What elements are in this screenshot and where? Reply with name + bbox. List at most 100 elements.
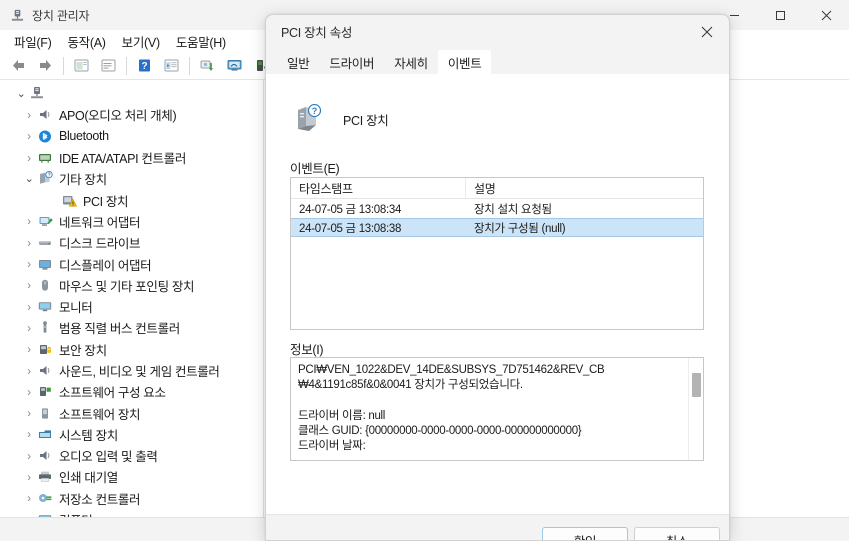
tab-driver[interactable]: 드라이버 <box>319 50 384 74</box>
tree-item-18[interactable]: › 인쇄 대기열 <box>0 466 263 487</box>
unknown-device-icon: ? <box>292 102 326 136</box>
tree-item-2[interactable]: › Bluetooth <box>0 126 263 147</box>
svg-text:?: ? <box>48 173 51 179</box>
svg-text:?: ? <box>141 61 147 72</box>
tree-item-16[interactable]: › 시스템 장치 <box>0 424 263 445</box>
vertical-scrollbar[interactable] <box>688 358 703 460</box>
chevron-right-icon[interactable]: › <box>22 470 36 484</box>
close-icon[interactable] <box>803 0 849 30</box>
info-textbox[interactable]: PCI₩VEN_1022&DEV_14DE&SUBSYS_7D751462&RE… <box>290 357 704 461</box>
audio-io-icon <box>36 448 54 464</box>
toolbar-separator <box>63 56 64 75</box>
tree-item-11[interactable]: › 범용 직렬 버스 컨트롤러 <box>0 317 263 338</box>
tree-item-6[interactable]: › 네트워크 어댑터 <box>0 211 263 232</box>
chevron-right-icon[interactable]: › <box>22 364 36 378</box>
scan-hardware-icon[interactable] <box>194 54 221 78</box>
tree-item-4[interactable]: ⌄? 기타 장치 <box>0 168 263 189</box>
tree-item-root[interactable]: ⌄ <box>0 83 263 104</box>
menu-help[interactable]: 도움말(H) <box>168 30 234 53</box>
dialog-button-bar: 확인 취소 <box>266 514 729 540</box>
dialog-titlebar: PCI 장치 속성 <box>266 15 729 48</box>
update-driver-icon[interactable] <box>221 54 248 78</box>
tree-item-3[interactable]: › IDE ATA/ATAPI 컨트롤러 <box>0 147 263 168</box>
other-devices-icon: ? <box>36 171 54 187</box>
tree-item-5[interactable]: PCI 장치 <box>0 189 263 210</box>
tab-details[interactable]: 자세히 <box>384 50 438 74</box>
scrollbar-thumb[interactable] <box>692 373 701 397</box>
tree-item-19[interactable]: › 저장소 컨트롤러 <box>0 488 263 509</box>
menu-view[interactable]: 보기(V) <box>114 30 168 53</box>
tree-item-label: IDE ATA/ATAPI 컨트롤러 <box>59 152 186 167</box>
chevron-right-icon[interactable]: › <box>22 214 36 228</box>
chevron-right-icon[interactable]: › <box>22 385 36 399</box>
table-row[interactable]: 24-07-05 금 13:08:34 장치 설치 요청됨 <box>291 199 703 218</box>
tree-splitter[interactable] <box>263 80 264 517</box>
sound-icon <box>36 363 54 379</box>
tree-item-label: 컴퓨터 <box>59 510 92 517</box>
ide-controller-icon <box>36 150 54 166</box>
tree-item-label: 소프트웨어 구성 요소 <box>59 386 166 401</box>
dialog-tabs: 일반 드라이버 자세히 이벤트 <box>266 48 729 74</box>
events-list[interactable]: 타임스탬프 설명 24-07-05 금 13:08:34 장치 설치 요청됨 24-… <box>290 177 704 330</box>
chevron-right-icon[interactable]: › <box>22 108 36 122</box>
chevron-right-icon[interactable]: › <box>22 406 36 420</box>
menu-file[interactable]: 파일(F) <box>6 30 59 53</box>
tab-events[interactable]: 이벤트 <box>437 50 492 74</box>
tab-general[interactable]: 일반 <box>277 50 319 74</box>
tree-item-label: 디스크 드라이브 <box>59 237 141 252</box>
tree-item-17[interactable]: › 오디오 입력 및 출력 <box>0 445 263 466</box>
dialog-body: ? PCI 장치 이벤트(E) 타임스탬프 설명 24-07-05 금 13:0… <box>266 74 729 540</box>
chevron-right-icon[interactable]: › <box>22 151 36 165</box>
tree-item-1[interactable]: › APO(오디오 처리 개체) <box>0 104 263 125</box>
ok-button[interactable]: 확인 <box>542 527 628 540</box>
tree-item-13[interactable]: › 사운드, 비디오 및 게임 컨트롤러 <box>0 360 263 381</box>
back-arrow-icon[interactable] <box>5 54 32 78</box>
chevron-right-icon[interactable]: › <box>22 300 36 314</box>
tree-item-20[interactable]: ›컴퓨터 <box>0 509 263 517</box>
chevron-right-icon[interactable]: › <box>22 427 36 441</box>
tree-item-15[interactable]: › 소프트웨어 장치 <box>0 402 263 423</box>
chevron-right-icon[interactable]: › <box>22 321 36 335</box>
tree-item-9[interactable]: › 마우스 및 기타 포인팅 장치 <box>0 275 263 296</box>
chevron-right-icon[interactable]: › <box>22 257 36 271</box>
chevron-right-icon[interactable]: › <box>22 449 36 463</box>
properties-icon[interactable] <box>68 54 95 78</box>
column-header-timestamp[interactable]: 타임스탬프 <box>291 178 466 198</box>
audio-icon <box>36 107 54 123</box>
chevron-right-icon[interactable]: › <box>22 342 36 356</box>
tree-item-label: 오디오 입력 및 출력 <box>59 450 158 465</box>
device-tree[interactable]: ⌄ › APO(오디오 처리 개체) › Bluetooth › IDE ATA/ATAPI… <box>0 80 263 517</box>
chevron-right-icon[interactable]: › <box>22 236 36 250</box>
maximize-icon[interactable] <box>757 0 803 30</box>
help-window-icon[interactable] <box>95 54 122 78</box>
mouse-icon <box>36 277 54 293</box>
toolbar-separator <box>126 56 127 75</box>
tree-item-12[interactable]: › 보안 장치 <box>0 339 263 360</box>
main-caption-buttons <box>711 0 849 30</box>
display-icon <box>36 256 54 272</box>
view-devices-icon[interactable] <box>158 54 185 78</box>
tree-item-8[interactable]: › 디스플레이 어댑터 <box>0 253 263 274</box>
tree-item-label: 모니터 <box>59 301 93 316</box>
cancel-button[interactable]: 취소 <box>634 527 720 540</box>
tree-item-14[interactable]: › 소프트웨어 구성 요소 <box>0 381 263 402</box>
column-header-description[interactable]: 설명 <box>466 178 703 198</box>
tree-item-label: APO(오디오 처리 개체) <box>59 109 177 124</box>
tree-item-label: 기타 장치 <box>59 173 107 188</box>
menu-action[interactable]: 동작(A) <box>59 30 113 53</box>
chevron-right-icon[interactable]: › <box>22 129 36 143</box>
tree-item-label: 소프트웨어 장치 <box>59 407 141 422</box>
tree-item-label: 마우스 및 기타 포인팅 장치 <box>59 279 195 294</box>
tree-item-7[interactable]: › 디스크 드라이브 <box>0 232 263 253</box>
chevron-right-icon[interactable]: › <box>22 491 36 505</box>
table-row[interactable]: 24-07-05 금 13:08:38 장치가 구성됨 (null) <box>291 218 703 237</box>
tree-item-10[interactable]: › 모니터 <box>0 296 263 317</box>
info-text: PCI₩VEN_1022&DEV_14DE&SUBSYS_7D751462&RE… <box>298 364 605 453</box>
tree-item-label: 네트워크 어댑터 <box>59 215 141 230</box>
chevron-right-icon[interactable]: › <box>22 278 36 292</box>
forward-arrow-icon[interactable] <box>32 54 59 78</box>
printer-icon <box>36 469 54 485</box>
help-question-icon[interactable]: ? <box>131 54 158 78</box>
network-icon <box>36 213 54 229</box>
close-icon[interactable] <box>684 15 729 48</box>
